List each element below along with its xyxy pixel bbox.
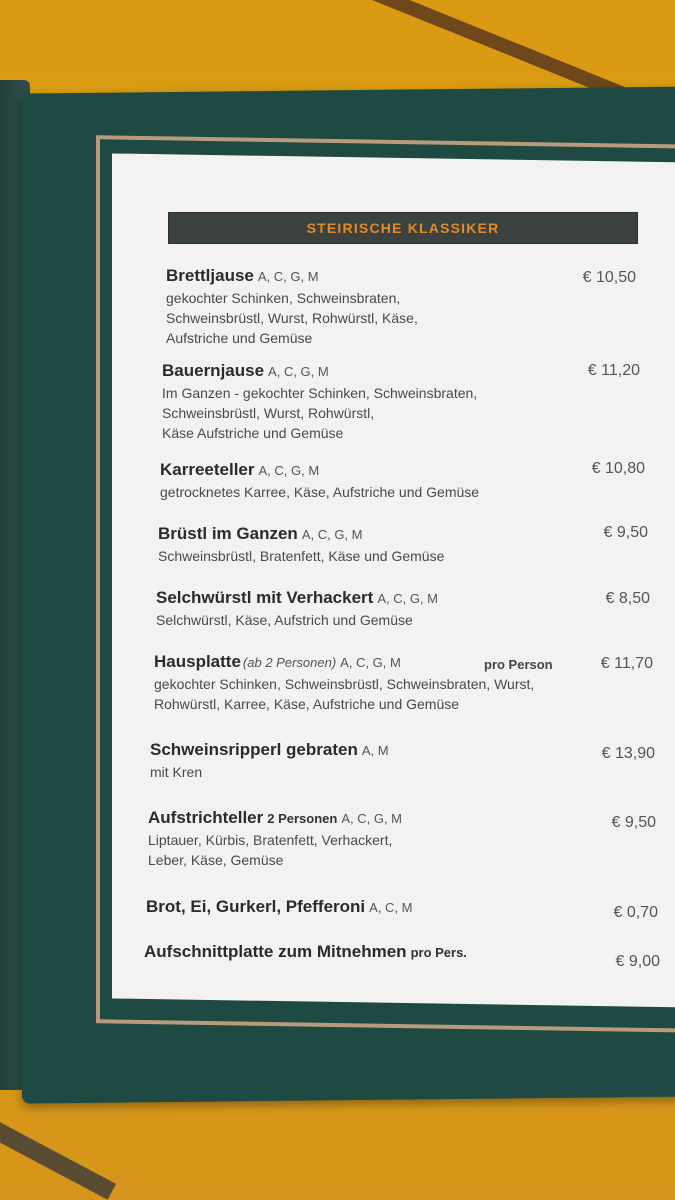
item-price: € 9,00 — [615, 953, 660, 970]
menu-item: Brüstl im Ganzen A, C, G, M Schweinsbrüst… — [158, 524, 444, 566]
item-allergens: A, C, G, M — [341, 811, 403, 826]
item-name: Karreeteller — [160, 460, 255, 479]
item-name: Schweinsripperl gebraten — [150, 740, 358, 759]
menu-item: Brot, Ei, Gurkerl, Pfefferoni A, C, M — [146, 897, 413, 917]
item-allergens: A, C, M — [369, 900, 413, 915]
item-description: mit Kren — [150, 764, 203, 780]
menu-item: Selchwürstl mit Verhackert A, C, G, M Sel… — [156, 588, 438, 630]
item-description: Schweinsbrüstl, Bratenfett, Käse und Gem… — [158, 548, 445, 564]
item-price: € 8,50 — [605, 590, 650, 607]
item-allergens: A, C, G, M — [340, 655, 401, 670]
item-description: Rohwürstl, Karree, Käse, Aufstriche und … — [154, 696, 460, 712]
item-price: € 11,20 — [587, 362, 640, 379]
item-name: Aufschnittplatte zum Mitnehmen — [144, 942, 407, 961]
menu-item: Hausplatte (ab 2 Personen) A, C, G, M geko… — [154, 652, 534, 714]
item-description: Käse Aufstriche und Gemüse — [162, 425, 344, 441]
item-description: Schweinsbrüstl, Wurst, Rohwürstl, Käse, — [166, 310, 418, 326]
item-description: getrocknetes Karree, Käse, Aufstriche un… — [160, 484, 480, 500]
item-allergens: A, C, G, M — [257, 269, 319, 284]
item-description: Im Ganzen - gekochter Schinken, Schweins… — [162, 385, 478, 401]
item-allergens: A, C, G, M — [258, 463, 320, 478]
item-name: Aufstrichteller — [148, 808, 264, 827]
item-description: Aufstriche und Gemüse — [166, 330, 313, 346]
item-price: € 9,50 — [611, 814, 656, 831]
menu-item: Bauernjause A, C, G, M Im Ganzen - gekoch… — [162, 361, 477, 443]
menu-item: Brettljause A, C, G, M gekochter Schinken… — [166, 266, 418, 348]
item-name: Brettljause — [166, 266, 254, 285]
item-price: € 13,90 — [601, 745, 655, 762]
section-title: STEIRISCHE KLASSIKER — [306, 220, 500, 236]
item-description: Liptauer, Kürbis, Bratenfett, Verhackert… — [148, 832, 393, 848]
item-name: Hausplatte — [154, 652, 241, 671]
table-slat — [0, 1118, 117, 1200]
item-name: Brot, Ei, Gurkerl, Pfefferoni — [146, 897, 366, 916]
item-name: Bauernjause — [162, 361, 265, 380]
item-allergens: A, C, G, M — [377, 591, 438, 606]
item-allergens: A, M — [361, 743, 389, 758]
item-description: Schweinsbrüstl, Wurst, Rohwürstl, — [162, 405, 375, 421]
section-header: STEIRISCHE KLASSIKER — [168, 212, 638, 244]
item-price: € 11,70 — [600, 655, 653, 672]
item-allergens: A, C, G, M — [268, 364, 329, 379]
item-description: Leber, Käse, Gemüse — [148, 852, 284, 868]
menu-item: Aufstrichteller 2 Personen A, C, G, M Lipt… — [148, 808, 402, 870]
item-description: gekochter Schinken, Schweinsbrüstl, Schw… — [154, 676, 535, 692]
item-name: Brüstl im Ganzen — [158, 524, 298, 543]
item-price: € 0,70 — [613, 904, 658, 921]
item-name: Selchwürstl mit Verhackert — [156, 588, 374, 607]
menu-item: Karreeteller A, C, G, M getrocknetes Karr… — [160, 460, 479, 502]
item-note: (ab 2 Personen) — [242, 655, 337, 670]
item-price: € 10,50 — [582, 269, 636, 286]
item-description: gekochter Schinken, Schweinsbraten, — [166, 290, 401, 306]
item-price: € 9,50 — [603, 524, 648, 541]
menu-item: Schweinsripperl gebraten A, M mit Kren — [150, 740, 389, 782]
item-price: € 10,80 — [591, 460, 645, 477]
per-person-label: pro Person — [484, 657, 553, 672]
item-extra: pro Pers. — [410, 945, 467, 960]
menu-item: Aufschnittplatte zum Mitnehmen pro Pers. — [144, 942, 467, 962]
item-extra: 2 Personen — [267, 811, 338, 826]
item-allergens: A, C, G, M — [301, 527, 363, 542]
item-description: Selchwürstl, Käse, Aufstrich und Gemüse — [156, 612, 413, 628]
